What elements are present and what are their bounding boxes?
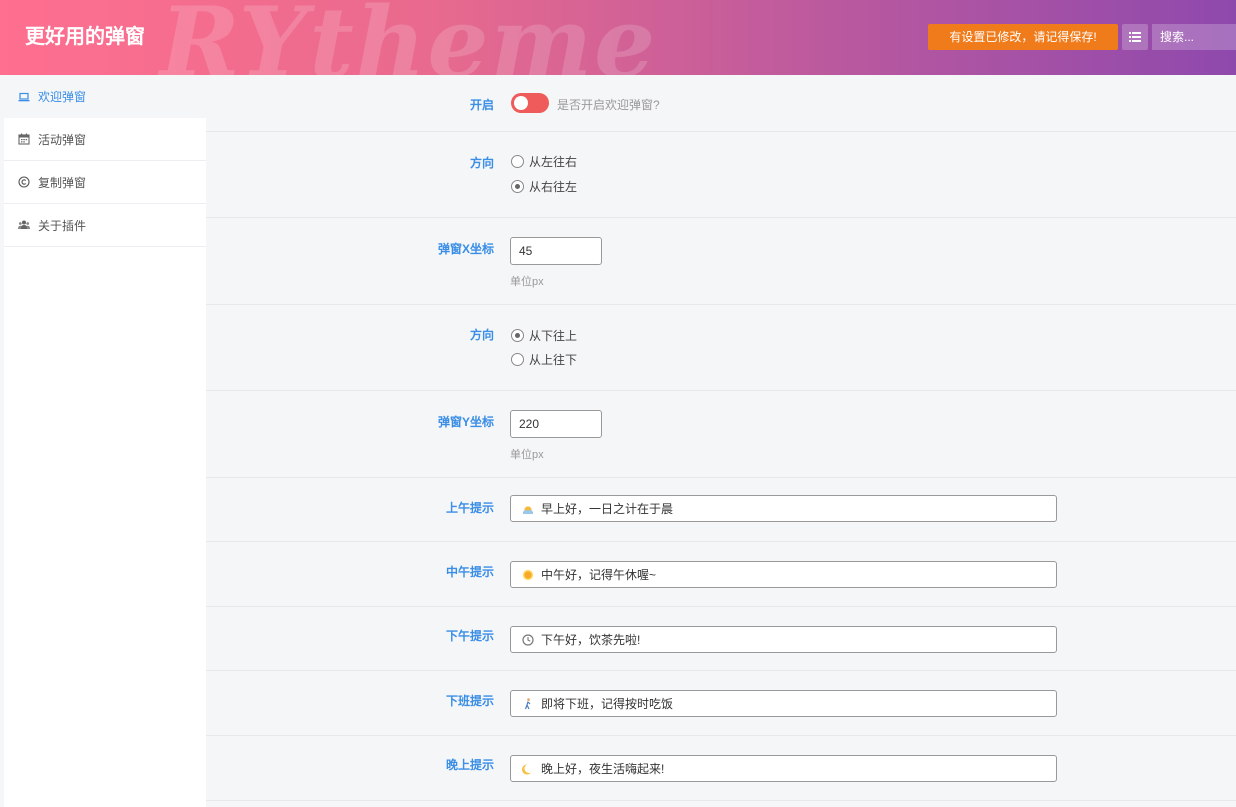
sidebar-item-about-plugin[interactable]: 关于插件 xyxy=(4,204,206,247)
pos-y-unit: 单位px xyxy=(510,449,544,461)
radio-dot xyxy=(511,329,524,342)
field-label: 中午提示 xyxy=(445,565,494,579)
form-row-direction-y: 方向 从下往上 从上往下 xyxy=(206,305,1236,391)
field-label: 上午提示 xyxy=(445,501,494,515)
toggle-knob xyxy=(514,96,528,110)
walking-icon xyxy=(521,697,535,710)
moon-icon xyxy=(521,763,535,775)
form-row-pos-x: 弹窗X坐标 45 单位px xyxy=(206,218,1236,305)
enable-hint: 是否开启欢迎弹窗? xyxy=(557,98,660,112)
sunrise-icon xyxy=(521,503,535,515)
radio-bottom-to-top[interactable]: 从下往上 xyxy=(511,327,577,344)
unsaved-changes-button[interactable]: 有设置已修改，请记得保存! xyxy=(928,24,1118,50)
field-label: 开启 xyxy=(469,98,494,112)
morning-message-input[interactable]: 早上好，一日之计在于晨 xyxy=(510,495,1057,522)
field-label: 弹窗X坐标 xyxy=(437,242,494,256)
app-frame: RYtheme 更好用的弹窗 有设置已修改，请记得保存! 搜索... 欢迎弹窗 … xyxy=(0,0,1236,807)
form-row-evening: 晚上提示 晚上好，夜生活嗨起来! xyxy=(206,736,1236,801)
page-title: 更好用的弹窗 xyxy=(25,26,145,48)
morning-message-text: 早上好，一日之计在于晨 xyxy=(541,502,674,516)
sun-icon xyxy=(521,569,535,581)
copyright-icon xyxy=(16,176,32,188)
radio-top-to-bottom[interactable]: 从上往下 xyxy=(511,351,577,368)
form-row-enable: 开启 是否开启欢迎弹窗? xyxy=(206,75,1236,132)
afternoon-message-text: 下午好，饮茶先啦! xyxy=(541,633,641,647)
form-row-pos-y: 弹窗Y坐标 220 单位px xyxy=(206,391,1236,478)
field-label: 方向 xyxy=(469,156,494,170)
pos-y-input[interactable]: 220 xyxy=(510,410,602,438)
field-label: 方向 xyxy=(469,328,494,342)
noon-message-text: 中午好，记得午休喔~ xyxy=(541,568,657,582)
list-toggle-button[interactable] xyxy=(1122,24,1148,50)
radio-label: 从左往右 xyxy=(529,155,578,169)
laptop-icon xyxy=(16,91,32,103)
pos-x-unit: 单位px xyxy=(510,276,544,288)
form-row-direction-x: 方向 从左往右 从右往左 xyxy=(206,132,1236,218)
radio-label: 从下往上 xyxy=(529,329,578,343)
sidebar: 欢迎弹窗 活动弹窗 复制弹窗 关于插件 xyxy=(4,75,206,807)
sidebar-item-label: 欢迎弹窗 xyxy=(38,90,87,104)
settings-form: 开启 是否开启欢迎弹窗? 方向 从左往右 从右往左 弹窗X坐标 45 单位px … xyxy=(206,75,1236,801)
radio-label: 从右往左 xyxy=(529,180,578,194)
sidebar-item-copy-popup[interactable]: 复制弹窗 xyxy=(4,161,206,204)
radio-dot xyxy=(511,353,524,366)
offwork-message-input[interactable]: 即将下班，记得按时吃饭 xyxy=(510,690,1057,717)
pos-x-input[interactable]: 45 xyxy=(510,237,602,265)
brand-watermark: RYtheme xyxy=(160,0,658,75)
noon-message-input[interactable]: 中午好，记得午休喔~ xyxy=(510,561,1057,588)
radio-left-to-right[interactable]: 从左往右 xyxy=(511,153,577,170)
evening-message-text: 晚上好，夜生活嗨起来! xyxy=(541,762,665,776)
evening-message-input[interactable]: 晚上好，夜生活嗨起来! xyxy=(510,755,1057,782)
search-input[interactable]: 搜索... xyxy=(1152,24,1236,50)
form-row-morning: 上午提示 早上好，一日之计在于晨 xyxy=(206,478,1236,542)
sidebar-item-label: 活动弹窗 xyxy=(38,132,87,147)
form-row-offwork: 下班提示 即将下班，记得按时吃饭 xyxy=(206,671,1236,736)
form-row-noon: 中午提示 中午好，记得午休喔~ xyxy=(206,542,1236,607)
header-bar: RYtheme 更好用的弹窗 有设置已修改，请记得保存! 搜索... xyxy=(0,0,1236,75)
sidebar-item-activity-popup[interactable]: 活动弹窗 xyxy=(4,118,206,161)
field-label: 弹窗Y坐标 xyxy=(437,415,494,429)
enable-toggle[interactable] xyxy=(511,93,549,113)
list-icon xyxy=(1129,32,1141,42)
radio-label: 从上往下 xyxy=(529,353,578,367)
afternoon-message-input[interactable]: 下午好，饮茶先啦! xyxy=(510,626,1057,653)
field-label: 晚上提示 xyxy=(445,758,494,772)
field-label: 下午提示 xyxy=(445,629,494,643)
sidebar-item-welcome-popup[interactable]: 欢迎弹窗 xyxy=(4,75,206,118)
radio-dot xyxy=(511,155,524,168)
clock-icon xyxy=(521,633,535,646)
field-label: 下班提示 xyxy=(445,694,494,708)
form-row-afternoon: 下午提示 下午好，饮茶先啦! xyxy=(206,607,1236,671)
sidebar-item-label: 复制弹窗 xyxy=(38,175,87,190)
users-icon xyxy=(16,219,32,231)
radio-dot xyxy=(511,180,524,193)
offwork-message-text: 即将下班，记得按时吃饭 xyxy=(541,697,674,711)
radio-right-to-left[interactable]: 从右往左 xyxy=(511,178,577,195)
calendar-icon xyxy=(16,133,32,145)
sidebar-item-label: 关于插件 xyxy=(38,218,87,233)
